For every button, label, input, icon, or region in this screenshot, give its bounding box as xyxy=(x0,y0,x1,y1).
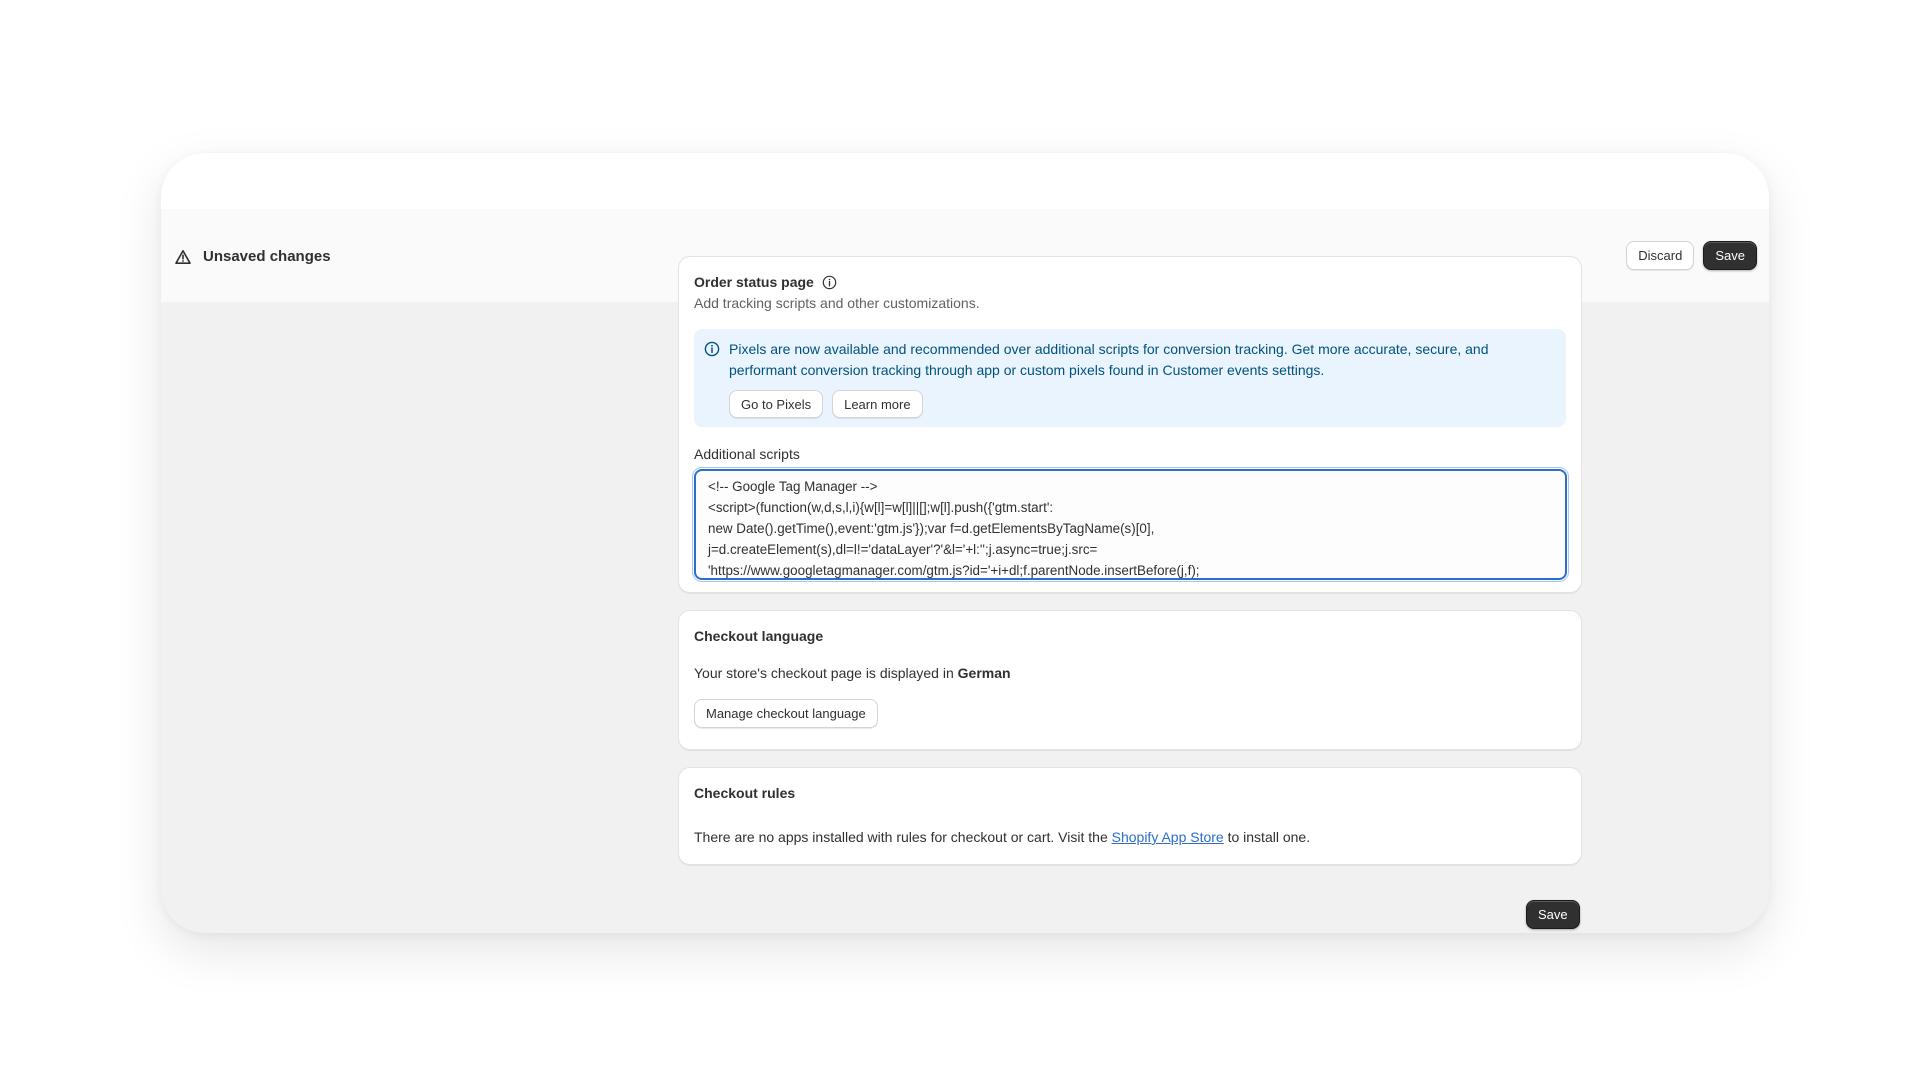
save-button[interactable]: Save xyxy=(1703,241,1757,270)
go-to-pixels-button[interactable]: Go to Pixels xyxy=(729,390,824,418)
learn-more-button[interactable]: Learn more xyxy=(832,390,923,418)
manage-checkout-language-button[interactable]: Manage checkout language xyxy=(694,699,878,728)
checkout-rules-prefix: There are no apps installed with rules f… xyxy=(694,829,1108,845)
bottom-save-button[interactable]: Save xyxy=(1526,900,1580,929)
banner-info-icon xyxy=(704,339,720,418)
info-icon[interactable] xyxy=(822,275,837,290)
banner-text: Pixels are now available and recommended… xyxy=(729,339,1529,381)
banner-text-line: Pixels are now available and recommended… xyxy=(729,341,1489,357)
checkout-language-value: German xyxy=(957,665,1011,681)
order-status-subtitle: Add tracking scripts and other customiza… xyxy=(694,295,980,311)
checkout-rules-card: Checkout rules There are no apps install… xyxy=(678,767,1582,865)
additional-scripts-label: Additional scripts xyxy=(694,446,800,462)
checkout-rules-title: Checkout rules xyxy=(694,785,796,801)
unsaved-indicator: Unsaved changes xyxy=(175,246,331,265)
app-window: Unsaved changes Discard Save Order statu… xyxy=(161,153,1769,933)
checkout-language-text: Your store's checkout page is displayed … xyxy=(694,665,1566,681)
additional-scripts-textarea[interactable]: <!-- Google Tag Manager --> <script>(func… xyxy=(692,467,1569,582)
checkout-language-title: Checkout language xyxy=(694,628,824,644)
script-line: new Date().getTime(),event:'gtm.js'});va… xyxy=(708,521,1155,536)
checkout-language-prefix: Your store's checkout page is displayed … xyxy=(694,665,954,681)
script-line: j=d.createElement(s),dl=l!='dataLayer'?'… xyxy=(708,542,1098,557)
order-status-title-text: Order status page xyxy=(694,274,814,290)
checkout-rules-suffix: to install one. xyxy=(1227,829,1311,845)
script-line: <!-- Google Tag Manager --> xyxy=(708,479,878,494)
order-status-card: Order status page Add tracking scripts a… xyxy=(678,256,1582,593)
page-title: Unsaved changes xyxy=(203,248,331,265)
window-top-strip xyxy=(161,153,1769,209)
order-status-title: Order status page xyxy=(694,274,1566,290)
shopify-app-store-link[interactable]: Shopify App Store xyxy=(1112,829,1224,845)
warning-icon xyxy=(175,249,191,265)
checkout-language-card: Checkout language Your store's checkout … xyxy=(678,610,1582,750)
checkout-rules-text: There are no apps installed with rules f… xyxy=(694,829,1566,845)
pixels-info-banner: Pixels are now available and recommended… xyxy=(694,329,1566,427)
banner-text-line: performant conversion tracking through a… xyxy=(729,362,1325,378)
discard-button[interactable]: Discard xyxy=(1626,241,1695,270)
script-line: 'https://www.googletagmanager.com/gtm.js… xyxy=(708,563,1200,578)
script-line: <script>(function(w,d,s,l,i){w[l]=w[l]||… xyxy=(708,500,1054,515)
